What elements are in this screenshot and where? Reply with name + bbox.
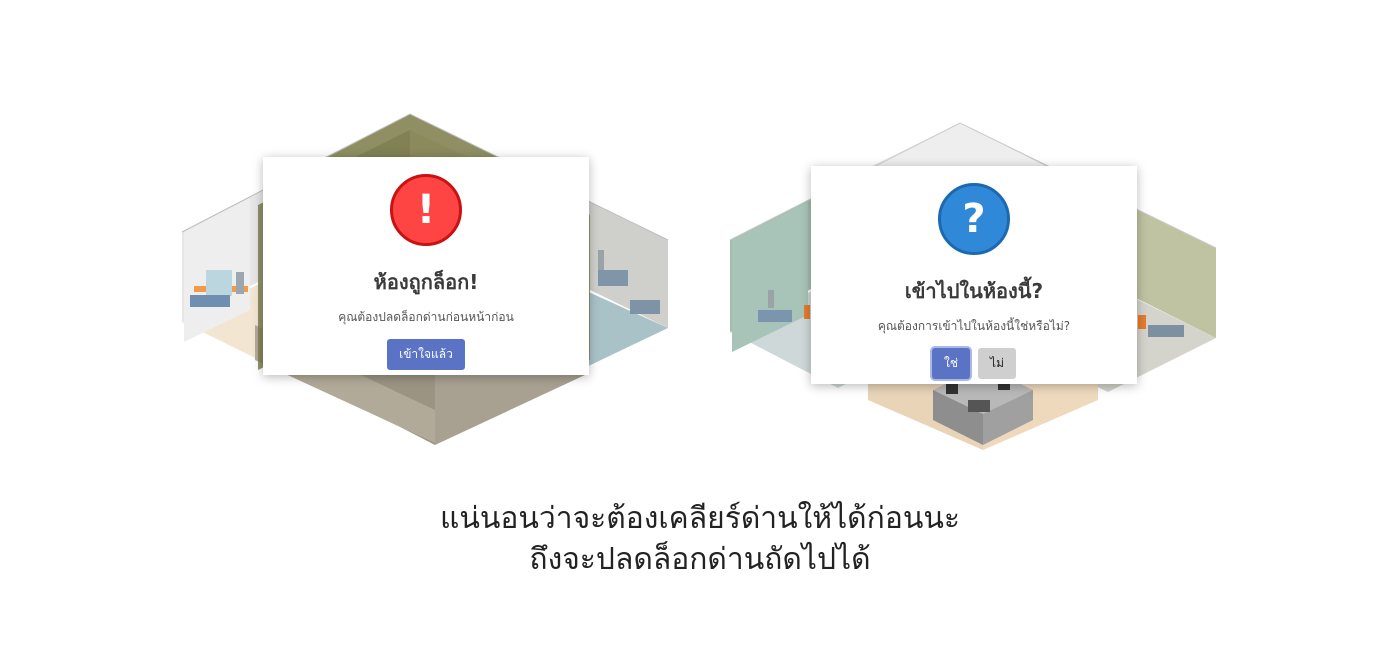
caption-line-2: ถึงจะปลดล็อกด่านถัดไปได้	[529, 542, 871, 577]
orange-accent-right	[1138, 315, 1146, 329]
enter-room-dialog: ? เข้าไปในห้องนี้? คุณต้องการเข้าไปในห้อ…	[811, 166, 1137, 384]
iv-stand	[598, 250, 604, 270]
bed-right	[1148, 325, 1184, 337]
caption-line-1: แน่นอนว่าจะต้องเคลียร์ด่านให้ได้ก่อนนะ	[440, 501, 960, 536]
dialog-title: ห้องถูกล็อก!	[373, 270, 479, 294]
dialog-actions: เข้าใจแล้ว	[387, 339, 465, 370]
dialog-actions: ใช่ ไม่	[932, 348, 1016, 379]
exclamation-glyph: !	[416, 187, 436, 233]
no-button[interactable]: ไม่	[978, 348, 1016, 379]
understood-button[interactable]: เข้าใจแล้ว	[387, 339, 465, 370]
dialog-message: คุณต้องการเข้าไปในห้องนี้ใช่หรือไม่?	[877, 319, 1071, 333]
iv-stand	[768, 290, 774, 308]
equipment-2	[236, 272, 244, 294]
bed-right	[598, 270, 628, 286]
exclamation-icon: !	[390, 174, 462, 246]
bed	[758, 310, 792, 322]
equipment	[206, 270, 232, 296]
room-locked-dialog: ! ห้องถูกล็อก! คุณต้องปลดล็อกด่านก่อนหน้…	[263, 157, 589, 375]
dialog-title: เข้าไปในห้องนี้?	[904, 279, 1044, 303]
bed-right-2	[630, 300, 660, 314]
yes-button[interactable]: ใช่	[932, 348, 971, 379]
bed	[190, 295, 230, 307]
server	[968, 400, 990, 412]
dialog-message: คุณต้องปลดล็อกด่านก่อนหน้าก่อน	[338, 310, 514, 324]
question-glyph: ?	[962, 196, 986, 242]
caption: แน่นอนว่าจะต้องเคลียร์ด่านให้ได้ก่อนนะ ถ…	[0, 498, 1400, 580]
orange-accent	[804, 305, 810, 319]
question-icon: ?	[938, 183, 1010, 255]
